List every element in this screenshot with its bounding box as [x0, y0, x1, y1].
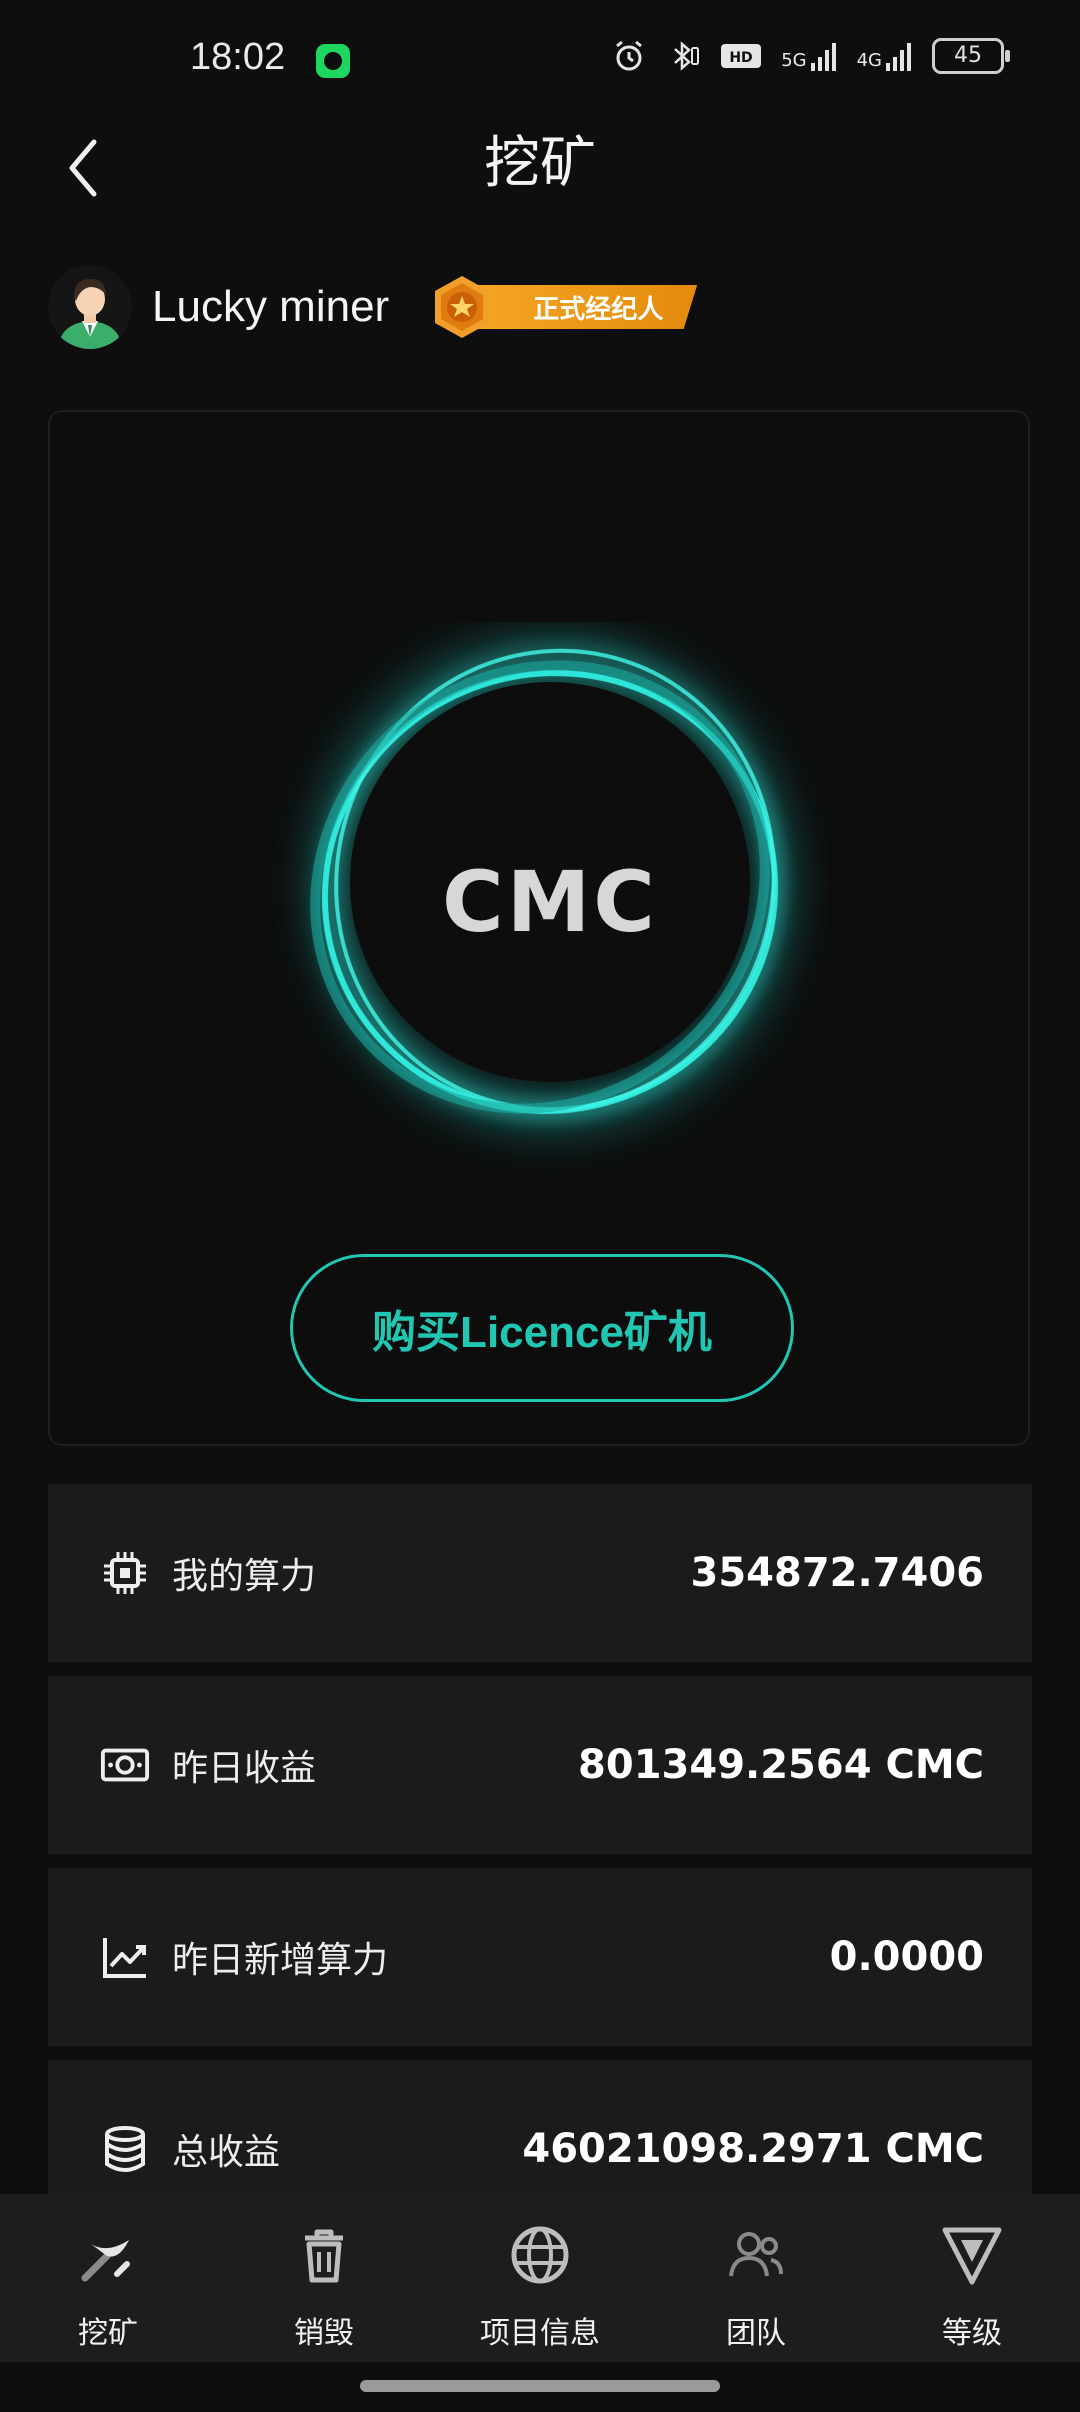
bottom-navigation: 挖矿 销毁 项目信息 团队 等级: [0, 2194, 1080, 2362]
nav-label: 挖矿: [78, 2316, 138, 2351]
nav-item-project-info[interactable]: 项目信息: [432, 2194, 648, 2362]
stat-value: 46021098.2971 CMC: [522, 2126, 984, 2172]
pickaxe-icon: [75, 2222, 141, 2288]
avatar[interactable]: [48, 265, 132, 349]
agent-badge-label: 正式经纪人: [471, 285, 698, 329]
stat-value: 354872.7406: [690, 1550, 984, 1596]
stat-value: 0.0000: [829, 1934, 984, 1980]
svg-text:HD: HD: [730, 50, 753, 66]
user-avatar-icon: [48, 265, 132, 349]
mining-orb[interactable]: CMC: [270, 622, 830, 1182]
nav-item-destroy[interactable]: 销毁: [216, 2194, 432, 2362]
bluetooth-icon: [674, 41, 700, 71]
stat-value: 801349.2564 CMC: [578, 1742, 984, 1788]
battery-indicator: 45: [932, 38, 1010, 74]
stat-row-hashrate: 我的算力 354872.7406: [48, 1484, 1032, 1662]
stat-row-new-hashrate: 昨日新增算力 0.0000: [48, 1868, 1032, 2046]
mining-screen: 18:02 HD 5G 4G 45 挖矿 Lucky miner 正式经纪人 C…: [0, 0, 1080, 2412]
nav-item-mining[interactable]: 挖矿: [0, 2194, 216, 2362]
chevron-left-icon: [69, 139, 97, 197]
music-app-icon: [316, 44, 350, 78]
stat-row-yesterday-earnings: 昨日收益 801349.2564 CMC: [48, 1676, 1032, 1854]
star-medal-icon: [435, 276, 490, 338]
nav-label: 销毁: [294, 2316, 354, 2351]
stat-label: 昨日收益: [172, 1748, 317, 1789]
stat-label: 昨日新增算力: [172, 1940, 389, 1981]
page-header: 挖矿: [0, 122, 1080, 272]
page-title: 挖矿: [484, 131, 596, 196]
nav-label: 团队: [726, 2316, 786, 2351]
stat-label: 我的算力: [172, 1556, 317, 1597]
nav-label: 等级: [942, 2316, 1002, 2351]
nav-item-team[interactable]: 团队: [648, 2194, 864, 2362]
alarm-icon: [616, 40, 643, 71]
buy-licence-miner-button[interactable]: 购买Licence矿机: [290, 1254, 794, 1402]
money-bill-icon: [100, 1740, 150, 1790]
signal-5g-label: 5G: [781, 50, 807, 71]
back-button[interactable]: [52, 128, 116, 208]
home-indicator[interactable]: [360, 2380, 720, 2392]
signal-5g-icon: 5G: [781, 41, 838, 71]
nav-item-level[interactable]: 等级: [864, 2194, 1080, 2362]
stats-list: 我的算力 354872.7406 昨日收益 801349.2564 CMC 昨日…: [48, 1484, 1032, 2252]
stat-label: 总收益: [172, 2132, 281, 2173]
profile-bar: Lucky miner 正式经纪人: [48, 262, 698, 352]
level-icon: [939, 2222, 1005, 2288]
cpu-chip-icon: [100, 1548, 150, 1598]
globe-icon: [507, 2222, 573, 2288]
team-icon: [723, 2222, 789, 2288]
mining-card: CMC 购买Licence矿机: [48, 410, 1030, 1446]
line-chart-icon: [100, 1932, 150, 1982]
hd-icon: HD: [721, 44, 762, 68]
signal-4g-icon: 4G: [857, 41, 914, 71]
orb-label: CMC: [442, 853, 658, 951]
agent-badge: 正式经纪人: [429, 276, 698, 338]
nav-label: 项目信息: [480, 2316, 600, 2351]
status-icons: HD 5G 4G 45: [611, 38, 1010, 74]
status-bar: 18:02 HD 5G 4G 45: [0, 0, 1080, 122]
database-icon: [100, 2124, 150, 2174]
username: Lucky miner: [152, 282, 390, 331]
signal-4g-label: 4G: [856, 50, 882, 71]
status-time: 18:02: [190, 36, 286, 78]
trash-icon: [291, 2222, 357, 2288]
